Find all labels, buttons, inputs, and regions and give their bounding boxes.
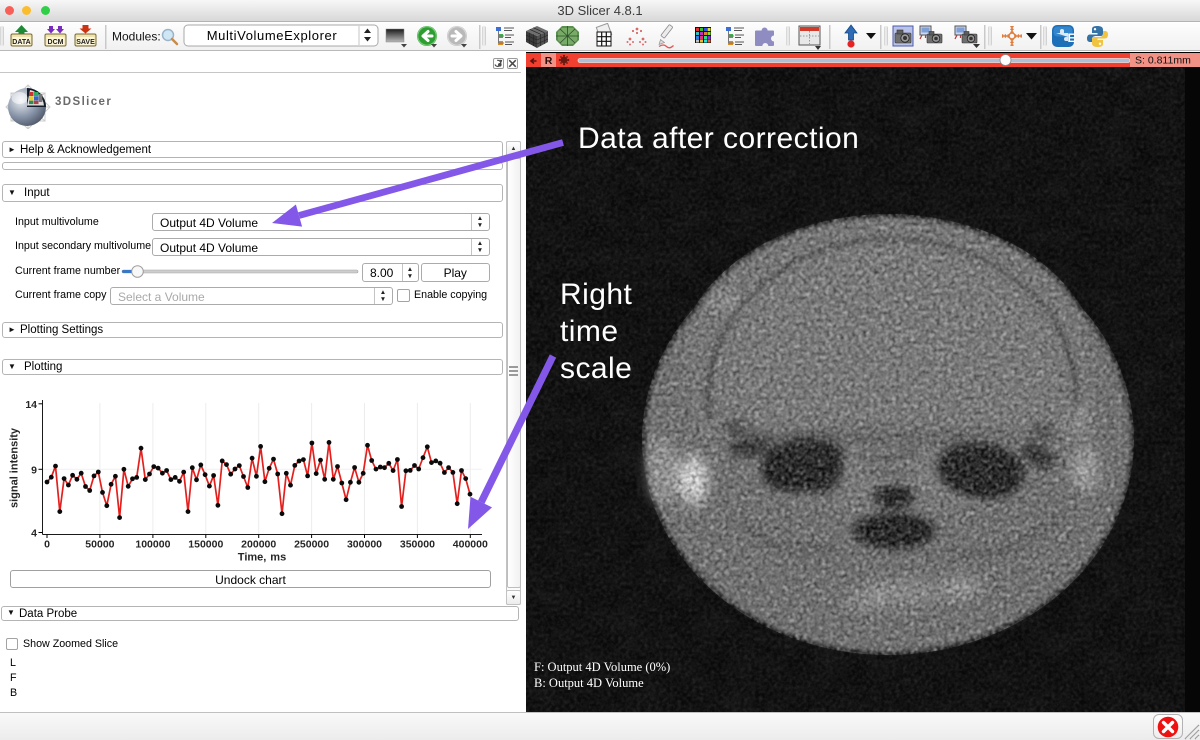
svg-text:Modules:: Modules: — [112, 30, 161, 44]
svg-text:DATA: DATA — [12, 39, 30, 46]
svg-text:200000: 200000 — [241, 539, 276, 551]
svg-text:100000: 100000 — [135, 539, 170, 551]
svg-text:SAVE: SAVE — [76, 39, 95, 46]
svg-text:DCM: DCM — [48, 39, 64, 46]
svg-text:E: E — [1068, 31, 1076, 45]
svg-text:S: 0.811mm: S: 0.811mm — [1135, 55, 1191, 67]
svg-text:Time, ms: Time, ms — [238, 552, 286, 564]
svg-text:50000: 50000 — [85, 539, 114, 551]
svg-text:300000: 300000 — [347, 539, 382, 551]
svg-text:0: 0 — [44, 539, 50, 551]
svg-text:400000: 400000 — [453, 539, 488, 551]
svg-text:signal intensity: signal intensity — [9, 427, 21, 508]
svg-text:4: 4 — [31, 528, 37, 540]
svg-text:9: 9 — [31, 464, 37, 476]
svg-text:14: 14 — [25, 399, 37, 411]
svg-text:250000: 250000 — [294, 539, 329, 551]
svg-text:350000: 350000 — [400, 539, 435, 551]
svg-text:150000: 150000 — [188, 539, 223, 551]
svg-text:R: R — [545, 55, 553, 67]
svg-text:MultiVolumeExplorer: MultiVolumeExplorer — [207, 28, 338, 43]
